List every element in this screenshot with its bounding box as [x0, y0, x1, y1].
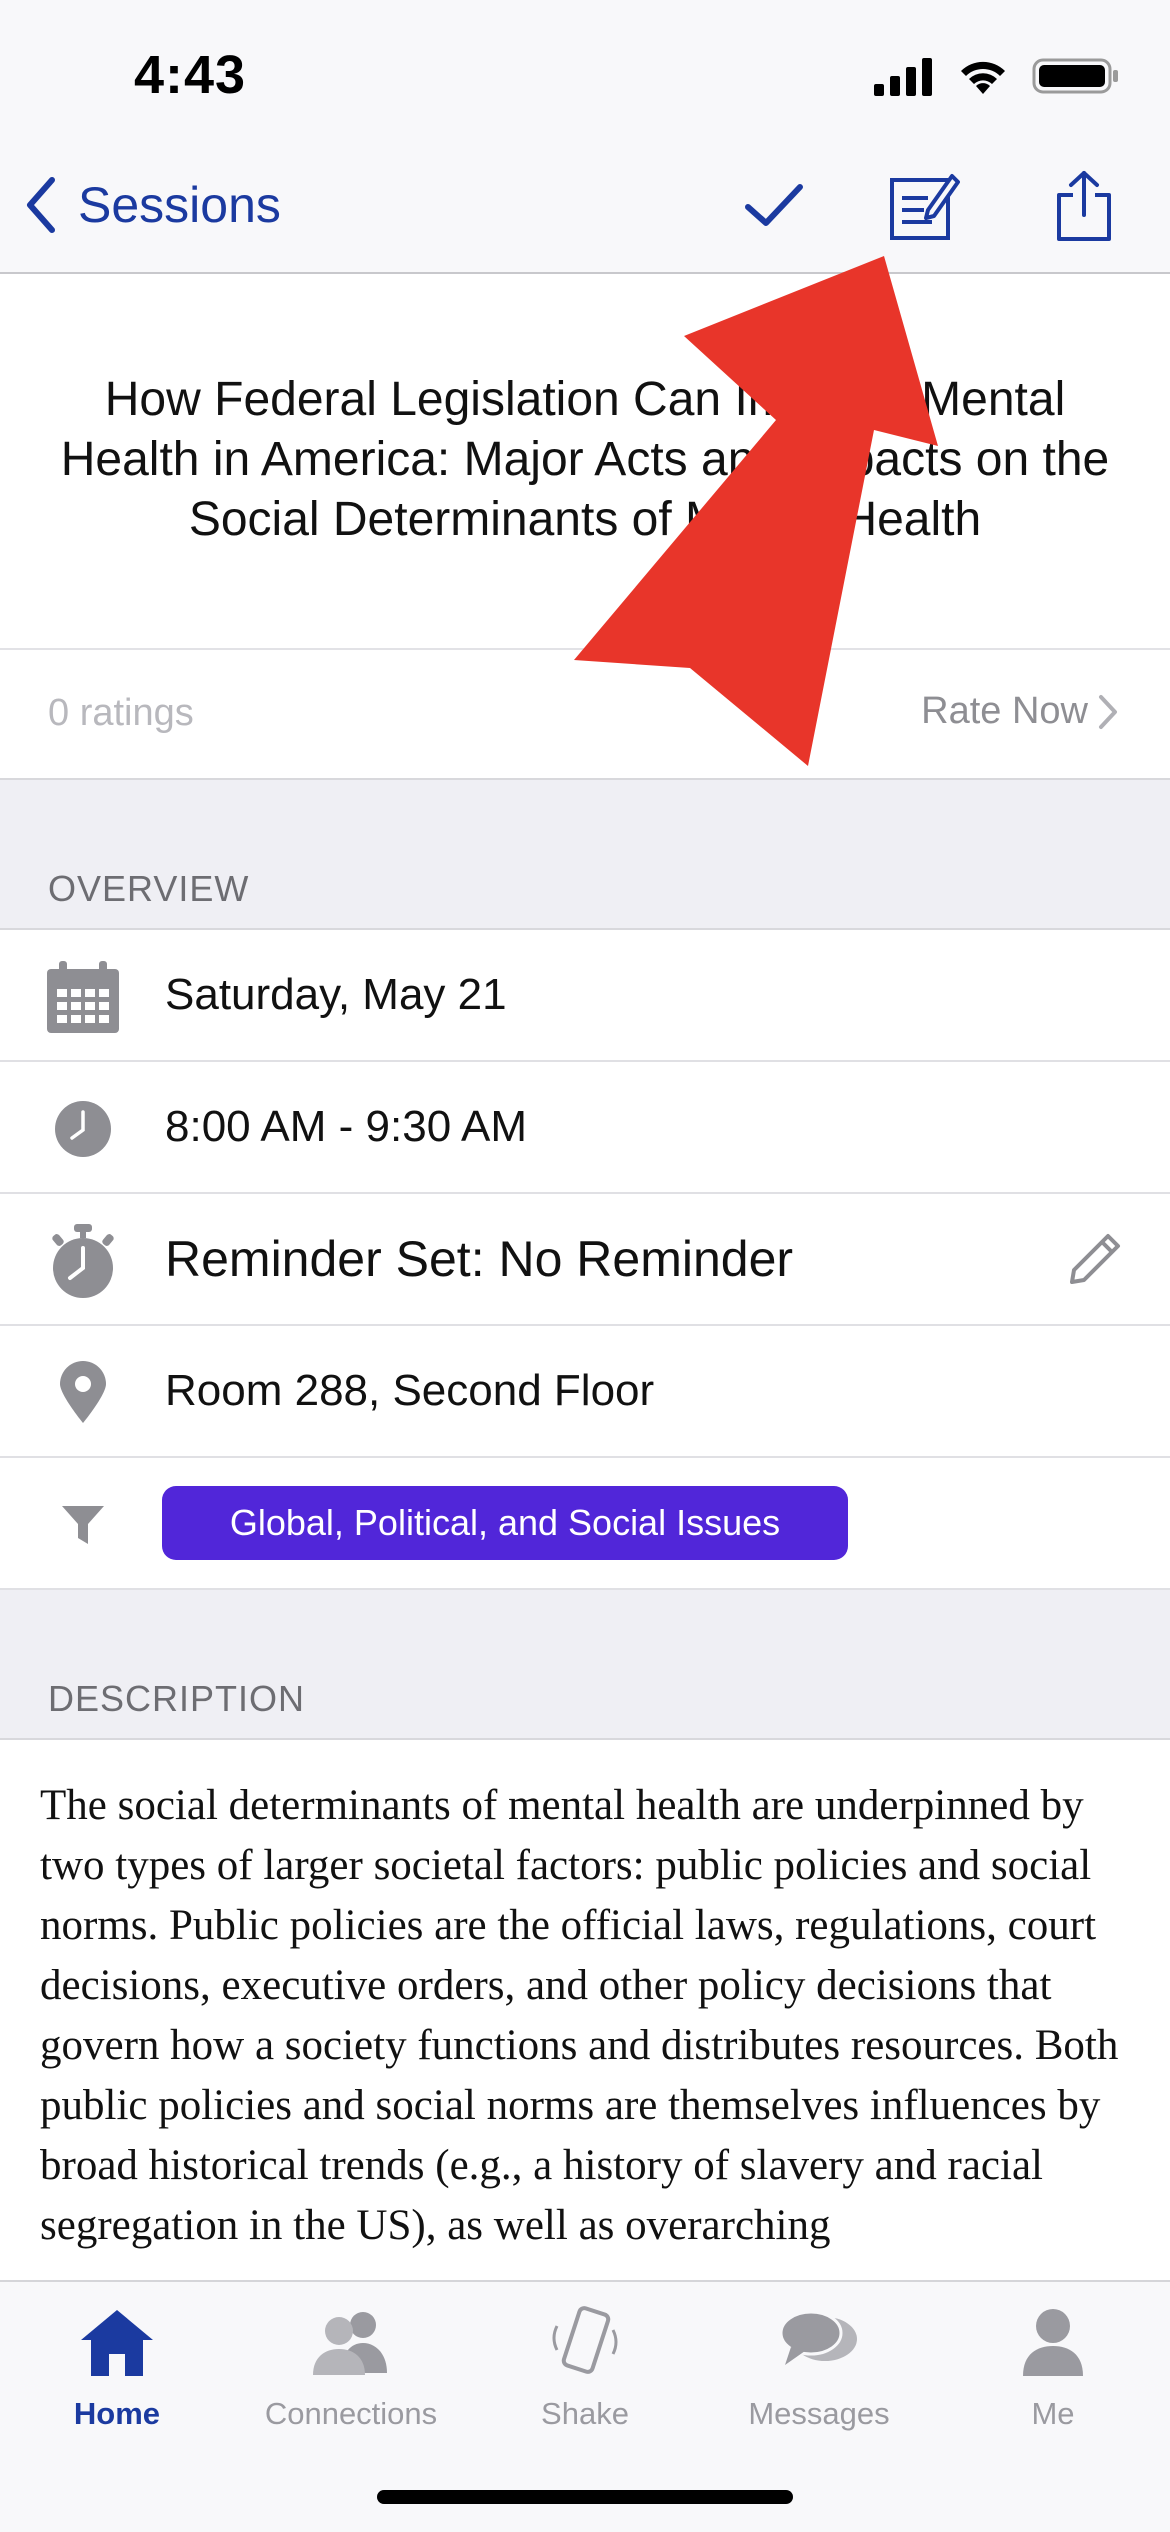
ratings-row: 0 ratings Rate Now [0, 648, 1170, 780]
checkmark-icon [745, 184, 803, 226]
location-pin-icon [44, 1354, 122, 1432]
stopwatch-icon [44, 1222, 122, 1300]
clock-icon [44, 1090, 122, 1168]
pencil-icon[interactable] [1062, 1230, 1124, 1292]
filter-funnel-icon [44, 1486, 122, 1564]
session-description: The social determinants of mental health… [40, 1782, 1119, 2249]
calendar-icon [44, 958, 122, 1036]
share-button[interactable] [1044, 164, 1124, 248]
notes-edit-icon [890, 174, 960, 240]
tab-me[interactable]: Me [936, 2282, 1170, 2452]
connections-icon [306, 2302, 396, 2382]
home-indicator [377, 2490, 793, 2504]
back-button-label: Sessions [78, 177, 281, 233]
tab-messages[interactable]: Messages [702, 2282, 936, 2452]
notes-button[interactable] [884, 164, 964, 248]
tab-label-connections: Connections [264, 2396, 438, 2431]
share-icon [1057, 171, 1111, 241]
rate-now-button[interactable]: Rate Now [921, 690, 1118, 733]
wifi-icon [961, 61, 1005, 94]
chevron-right-icon [1099, 694, 1117, 729]
description-section-band: DESCRIPTION [0, 1590, 1170, 1740]
time-row: 8:00 AM - 9:30 AM [0, 1062, 1170, 1194]
status-icons [874, 56, 1120, 96]
battery-icon [1032, 58, 1118, 94]
track-badge[interactable]: Global, Political, and Social Issues [162, 1486, 848, 1560]
reminder-row[interactable]: Reminder Set: No Reminder [0, 1194, 1170, 1326]
tab-shake[interactable]: Shake [468, 2282, 702, 2452]
messages-icon [774, 2302, 864, 2382]
cellular-signal-icon [874, 58, 932, 96]
session-title: How Federal Legislation Can Improve Ment… [60, 373, 1110, 546]
tab-label-shake: Shake [541, 2396, 629, 2431]
track-row: Global, Political, and Social Issues [0, 1458, 1170, 1590]
tab-label-messages: Messages [748, 2396, 890, 2431]
session-date: Saturday, May 21 [165, 970, 507, 1019]
tab-home[interactable]: Home [0, 2282, 234, 2452]
location-row: Room 288, Second Floor [0, 1326, 1170, 1458]
navigation-bar: Sessions [0, 140, 1170, 274]
overview-section-band: OVERVIEW [0, 780, 1170, 930]
session-time: 8:00 AM - 9:30 AM [165, 1102, 527, 1151]
chevron-left-icon [27, 177, 55, 233]
person-icon [1008, 2302, 1098, 2382]
session-location: Room 288, Second Floor [165, 1366, 655, 1415]
ratings-count: 0 ratings [48, 692, 194, 734]
reminder-status: Reminder Set: No Reminder [165, 1231, 794, 1287]
date-row: Saturday, May 21 [0, 930, 1170, 1062]
status-time: 4:43 [134, 45, 247, 105]
home-icon [72, 2302, 162, 2382]
tab-connections[interactable]: Connections [234, 2282, 468, 2452]
tab-label-me: Me [1031, 2396, 1075, 2431]
shake-icon [540, 2302, 630, 2382]
attend-checkmark-button[interactable] [734, 164, 814, 248]
description-header: DESCRIPTION [48, 1678, 306, 1719]
overview-header: OVERVIEW [48, 868, 250, 909]
status-bar: 4:43 [0, 0, 1170, 140]
back-button[interactable]: Sessions [24, 176, 281, 234]
rate-now-label: Rate Now [921, 690, 1088, 732]
tab-label-home: Home [73, 2396, 161, 2431]
